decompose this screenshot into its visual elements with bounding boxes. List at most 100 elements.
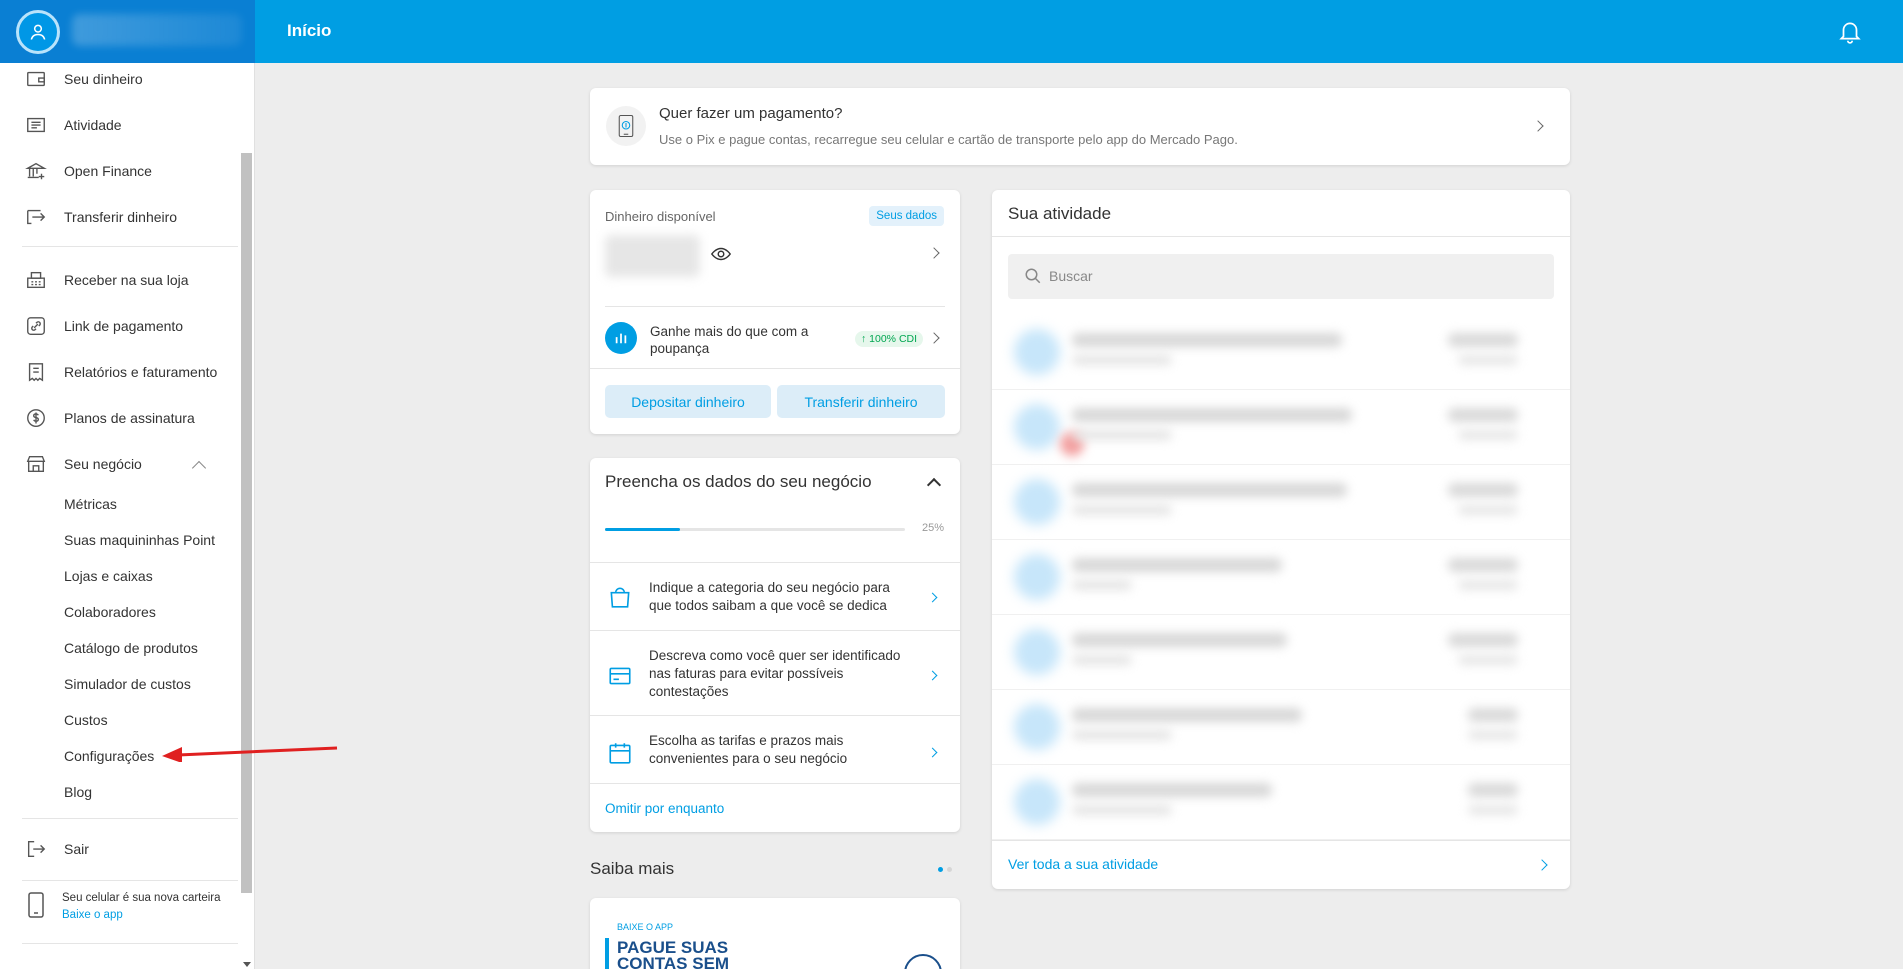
eye-icon[interactable] [710, 243, 732, 265]
sidebar-subitem-catalogo[interactable]: Catálogo de produtos [64, 640, 198, 656]
sidebar-subitem-configuracoes[interactable]: Configurações [64, 748, 154, 764]
sidebar-subitem-custos[interactable]: Custos [64, 712, 108, 728]
chevron-right-icon[interactable] [928, 247, 940, 259]
sidebar-subitem-colaboradores[interactable]: Colaboradores [64, 604, 156, 620]
activity-card: Sua atividade Buscar Ver toda a sua ativ… [992, 190, 1570, 889]
calendar-icon [609, 743, 631, 764]
promo-tag: BAIXE O APP [617, 922, 674, 932]
sidebar-divider [22, 246, 238, 247]
credit-card-icon [609, 667, 631, 685]
sidebar-subitem-simulador[interactable]: Simulador de custos [64, 676, 191, 692]
chevron-right-icon[interactable] [1536, 859, 1548, 871]
divider [992, 840, 1570, 841]
task-category[interactable]: Indique a categoria do seu negócio para … [649, 579, 914, 615]
invest-promo-text[interactable]: Ganhe mais do que com a poupança [650, 323, 830, 357]
carousel-dot-active[interactable] [938, 867, 943, 872]
activity-row[interactable] [992, 315, 1570, 390]
sidebar-item-atividade[interactable]: Atividade [0, 102, 238, 148]
available-money-label: Dinheiro disponível [605, 209, 716, 224]
divider [992, 236, 1570, 237]
promo-card[interactable]: BAIXE O APP PAGUE SUAS CONTAS SEM [590, 898, 960, 969]
cdi-badge: ↑ 100% CDI [855, 331, 924, 347]
wallet-icon [24, 67, 48, 91]
payment-card-subtitle: Use o Pix e pague contas, recarregue seu… [659, 132, 1238, 147]
activity-row[interactable] [992, 765, 1570, 840]
progress-bar [605, 528, 905, 531]
annotation-arrow-icon [162, 746, 338, 762]
sidebar-subitem-lojas-caixas[interactable]: Lojas e caixas [64, 568, 153, 584]
payment-card[interactable]: Quer fazer um pagamento? Use o Pix e pag… [590, 88, 1570, 165]
business-data-card: Preencha os dados do seu negócio 25% Ind… [590, 458, 960, 832]
sidebar-item-label: Atividade [64, 117, 122, 133]
progress-fill [605, 528, 680, 531]
clock-icon [904, 954, 942, 969]
sidebar-item-receber-loja[interactable]: Receber na sua loja [0, 257, 238, 303]
activity-row[interactable] [992, 690, 1570, 765]
sidebar-item-label: Planos de assinatura [64, 410, 195, 426]
sidebar: Seu dinheiro Atividade Open Finance Tran… [0, 63, 255, 969]
task-invoice-identity[interactable]: Descreva como você quer ser identificado… [649, 647, 914, 701]
sidebar-item-seu-negocio[interactable]: Seu negócio [0, 441, 238, 487]
activity-search-input[interactable]: Buscar [1008, 254, 1554, 299]
sidebar-item-link-pagamento[interactable]: Link de pagamento [0, 303, 238, 349]
divider [590, 715, 960, 716]
sidebar-item-relatorios[interactable]: Relatórios e faturamento [0, 349, 238, 395]
sidebar-item-label: Seu dinheiro [64, 71, 143, 87]
avatar[interactable] [16, 10, 60, 54]
sidebar-item-label: Seu negócio [64, 456, 142, 472]
carousel-dots[interactable] [938, 867, 952, 872]
chart-bars-icon [605, 322, 637, 354]
search-placeholder: Buscar [1049, 268, 1093, 284]
sidebar-subitem-metricas[interactable]: Métricas [64, 496, 117, 512]
cash-register-icon [24, 268, 48, 292]
deposit-button[interactable]: Depositar dinheiro [605, 385, 771, 418]
business-card-title: Preencha os dados do seu negócio [605, 472, 872, 491]
sidebar-item-seu-dinheiro[interactable]: Seu dinheiro [0, 63, 238, 102]
sidebar-scrollbar[interactable] [241, 153, 252, 893]
sidebar-item-open-finance[interactable]: Open Finance [0, 148, 238, 194]
sidebar-subitem-blog[interactable]: Blog [64, 784, 92, 800]
task-rates[interactable]: Escolha as tarifas e prazos mais conveni… [649, 732, 914, 768]
skip-link[interactable]: Omitir por enquanto [605, 801, 724, 816]
account-header [0, 0, 255, 63]
balance-blurred [605, 235, 700, 277]
bank-icon [24, 159, 48, 183]
see-all-activity-link[interactable]: Ver toda a sua atividade [1008, 856, 1158, 872]
chevron-right-icon[interactable] [928, 332, 940, 344]
transfer-icon [24, 205, 48, 229]
sidebar-item-sair[interactable]: Sair [0, 826, 238, 872]
sidebar-item-label: Relatórios e faturamento [64, 364, 218, 380]
collapse-chevron-icon[interactable] [926, 477, 942, 493]
sidebar-item-planos-assinatura[interactable]: Planos de assinatura [0, 395, 238, 441]
sidebar-divider [22, 943, 238, 944]
sidebar-item-transferir[interactable]: Transferir dinheiro [0, 194, 238, 240]
scroll-down-arrow-icon[interactable] [243, 962, 251, 967]
activity-row[interactable] [992, 540, 1570, 615]
activity-row[interactable] [992, 465, 1570, 540]
transfer-button[interactable]: Transferir dinheiro [777, 385, 945, 418]
promo-headline: PAGUE SUAS CONTAS SEM [617, 938, 730, 969]
chevron-right-icon[interactable] [927, 592, 938, 603]
your-data-badge[interactable]: Seus dados [869, 206, 944, 226]
activity-row[interactable] [992, 390, 1570, 465]
chevron-right-icon[interactable] [927, 670, 938, 681]
divider [590, 562, 960, 563]
available-money-card: Dinheiro disponível Seus dados Ganhe mai… [590, 190, 960, 434]
sidebar-subitem-maquininhas[interactable]: Suas maquininhas Point [64, 532, 215, 548]
logout-icon [24, 837, 48, 861]
link-icon [24, 314, 48, 338]
divider [605, 306, 945, 307]
page-title: Início [287, 21, 332, 40]
chevron-up-icon[interactable] [191, 460, 207, 476]
bell-icon[interactable] [1837, 18, 1863, 44]
carousel-dot[interactable] [947, 867, 952, 872]
download-app-link[interactable]: Baixe o app [62, 909, 123, 921]
chevron-right-icon[interactable] [927, 747, 938, 758]
sidebar-item-label: Open Finance [64, 163, 152, 179]
user-icon [30, 24, 46, 40]
logout-label: Sair [64, 841, 89, 857]
store-icon [24, 452, 48, 476]
search-icon [1025, 268, 1041, 284]
activity-row[interactable] [992, 615, 1570, 690]
promo-accent-bar [605, 938, 609, 969]
